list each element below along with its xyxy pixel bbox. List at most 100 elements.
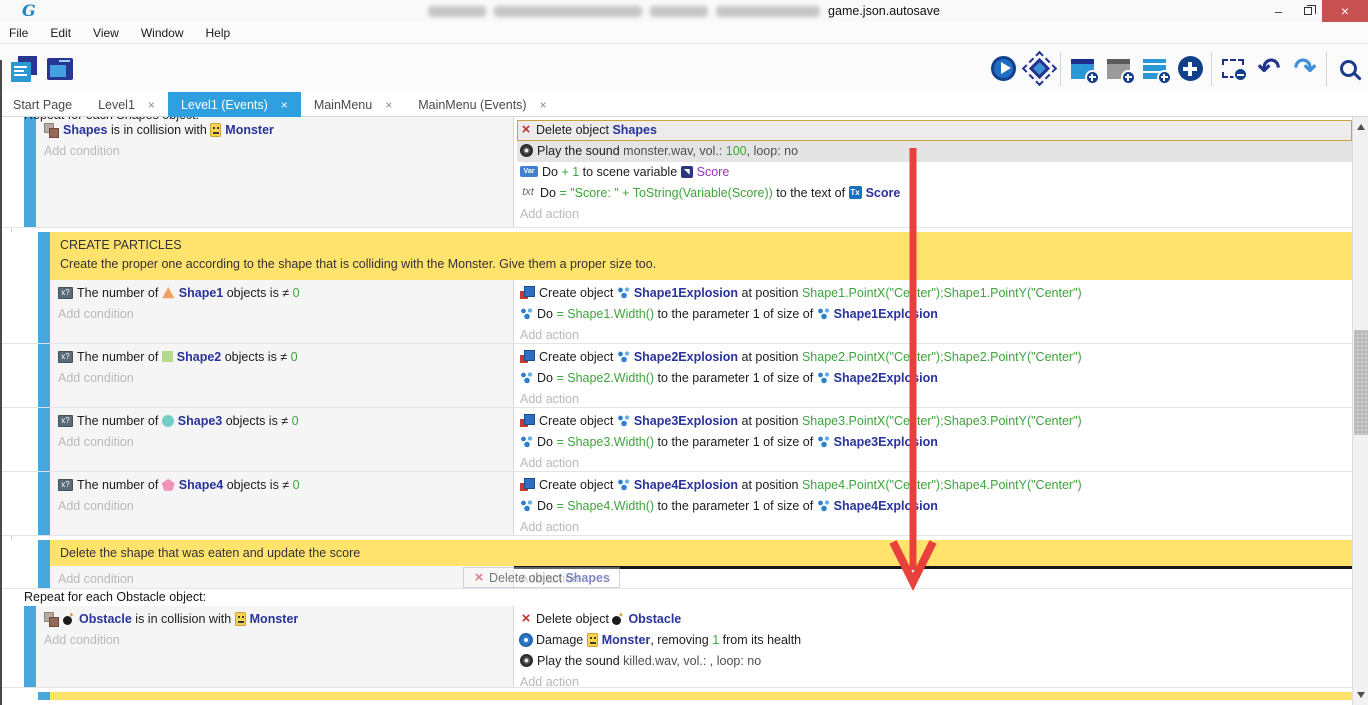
condition-line[interactable]: x?The number of Shape4 objects is ≠ 0 — [50, 475, 513, 496]
add-action-button[interactable]: Add action — [517, 325, 1352, 344]
tab-level1-events-[interactable]: Level1 (Events) × — [168, 92, 301, 117]
add-condition-button[interactable]: Add condition — [50, 569, 513, 589]
actions-column: ×Delete object ObstacleDamage Monster, r… — [517, 606, 1352, 687]
add-condition-button[interactable]: Add condition — [36, 141, 513, 162]
menu-item-help[interactable]: Help — [195, 22, 242, 44]
action-line[interactable]: Do = Shape3.Width() to the parameter 1 o… — [517, 432, 1352, 453]
scrollbar-thumb[interactable] — [1354, 330, 1368, 435]
delete-selection-button[interactable] — [1215, 49, 1251, 89]
menu-item-window[interactable]: Window — [130, 22, 195, 44]
comment-row: Delete the shape that was eaten and upda… — [0, 540, 1352, 566]
add-action-button[interactable]: Add action — [517, 517, 1352, 536]
add-other-event-icon — [1178, 56, 1203, 81]
add-condition-button[interactable]: Add condition — [50, 496, 513, 517]
toolbar-separator — [1211, 52, 1212, 86]
action-line[interactable]: Create object Shape4Explosion at positio… — [517, 475, 1352, 496]
indent-bar — [38, 566, 50, 588]
menu-item-edit[interactable]: Edit — [39, 22, 82, 44]
scroll-up-icon[interactable] — [1357, 124, 1365, 130]
redo-button[interactable]: ↷ — [1287, 49, 1323, 89]
project-manager-button[interactable] — [6, 49, 42, 89]
shape-circle-icon — [162, 415, 174, 427]
text-segment: Create object — [539, 350, 617, 364]
action-line[interactable]: ×Delete object Shapes — [517, 120, 1352, 141]
add-condition-button[interactable]: Add condition — [36, 630, 513, 651]
tab-label: Level1 (Events) — [181, 98, 268, 112]
text-segment: Damage — [536, 633, 587, 647]
add-condition-button[interactable]: Add condition — [50, 304, 513, 325]
tab-bar: Start PageLevel1×Level1 (Events)×MainMen… — [0, 92, 1368, 117]
action-line[interactable]: Do = Shape1.Width() to the parameter 1 o… — [517, 304, 1352, 325]
menu-item-file[interactable]: File — [0, 22, 39, 44]
add-action-button[interactable]: Add action — [517, 569, 1352, 589]
undo-button[interactable]: ↶ — [1251, 49, 1287, 89]
expression: 0 — [291, 350, 298, 364]
menu-item-view[interactable]: View — [82, 22, 130, 44]
add-action-button[interactable]: Add action — [517, 389, 1352, 408]
add-comment-button[interactable] — [1136, 49, 1172, 89]
condition-line[interactable]: x?The number of Shape3 objects is ≠ 0 — [50, 411, 513, 432]
action-line[interactable]: Play the sound monster.wav, vol.: 100, l… — [517, 141, 1352, 162]
action-line[interactable]: Create object Shape3Explosion at positio… — [517, 411, 1352, 432]
add-action-button[interactable]: Add action — [517, 204, 1352, 225]
tab-mainmenu[interactable]: MainMenu× — [301, 92, 405, 117]
condition-line[interactable]: Obstacle is in collision with Monster — [36, 609, 513, 630]
close-tab-icon[interactable]: × — [281, 98, 288, 112]
project-manager-icon — [11, 56, 37, 82]
particle-icon — [520, 435, 533, 448]
text-segment: objects is ≠ — [223, 478, 292, 492]
expression: + 1 — [561, 165, 579, 179]
action-line[interactable]: txtDo = "Score: " + ToString(Variable(Sc… — [517, 183, 1352, 204]
debug-icon — [1028, 58, 1049, 79]
close-button[interactable]: × — [1322, 0, 1368, 22]
condition-line[interactable]: Shapes is in collision with Monster — [36, 120, 513, 141]
scroll-down-icon[interactable] — [1357, 692, 1365, 698]
window-title: game.json.autosave — [0, 0, 1368, 22]
redacted-title-segment — [650, 6, 708, 17]
add-action-button[interactable]: Add action — [517, 453, 1352, 472]
condition-line[interactable]: x?The number of Shape1 objects is ≠ 0 — [50, 283, 513, 304]
debug-button[interactable] — [1021, 49, 1057, 89]
add-condition-button[interactable]: Add condition — [50, 368, 513, 389]
action-line[interactable]: Create object Shape1Explosion at positio… — [517, 283, 1352, 304]
scenevar-icon — [681, 166, 693, 178]
action-line[interactable]: Do = Shape2.Width() to the parameter 1 o… — [517, 368, 1352, 389]
tab-level1[interactable]: Level1× — [85, 92, 168, 117]
close-tab-icon[interactable]: × — [148, 98, 155, 112]
minimize-button[interactable]: – — [1264, 0, 1293, 22]
particle-icon — [617, 286, 630, 299]
add-action-button[interactable]: Add action — [517, 672, 1352, 688]
add-condition-button[interactable]: Add condition — [50, 432, 513, 453]
indent-bar — [24, 117, 36, 227]
event-row: Obstacle is in collision with MonsterAdd… — [0, 606, 1352, 688]
action-line[interactable]: Play the sound killed.wav, vol.: , loop:… — [517, 651, 1352, 672]
close-tab-icon[interactable]: × — [385, 98, 392, 112]
action-line[interactable]: Create object Shape2Explosion at positio… — [517, 347, 1352, 368]
add-subevent-button[interactable] — [1100, 49, 1136, 89]
actions-column: ×Delete object ShapesPlay the sound mons… — [517, 117, 1352, 227]
close-tab-icon[interactable]: × — [540, 98, 547, 112]
text-segment: Do — [542, 165, 561, 179]
tab-mainmenu-events-[interactable]: MainMenu (Events)× — [405, 92, 559, 117]
plus-badge-icon — [1157, 70, 1172, 85]
action-line[interactable]: Do = Shape4.Width() to the parameter 1 o… — [517, 496, 1352, 517]
add-other-event-button[interactable] — [1172, 49, 1208, 89]
actions-column: Add action — [517, 566, 1352, 588]
scene-editor-button[interactable] — [42, 49, 78, 89]
add-event-icon — [1071, 59, 1094, 79]
add-event-button[interactable] — [1064, 49, 1100, 89]
action-line[interactable]: ×Delete object Obstacle — [517, 609, 1352, 630]
comment-text[interactable]: Delete the shape that was eaten and upda… — [50, 540, 1352, 566]
text-segment: to the parameter 1 of size of — [654, 435, 817, 449]
condition-line[interactable]: x?The number of Shape2 objects is ≠ 0 — [50, 347, 513, 368]
search-events-button[interactable] — [1330, 49, 1366, 89]
preview-play-button[interactable] — [985, 49, 1021, 89]
tab-start-page[interactable]: Start Page — [0, 92, 85, 117]
restore-button[interactable] — [1293, 0, 1322, 22]
action-line[interactable]: Damage Monster, removing 1 from its heal… — [517, 630, 1352, 651]
indent-bar — [38, 540, 50, 566]
comment-text[interactable] — [50, 692, 1352, 700]
comment-text[interactable]: CREATE PARTICLESCreate the proper one ac… — [50, 232, 1352, 280]
collision-icon — [44, 123, 59, 137]
action-line[interactable]: VarDo + 1 to scene variable Score — [517, 162, 1352, 183]
